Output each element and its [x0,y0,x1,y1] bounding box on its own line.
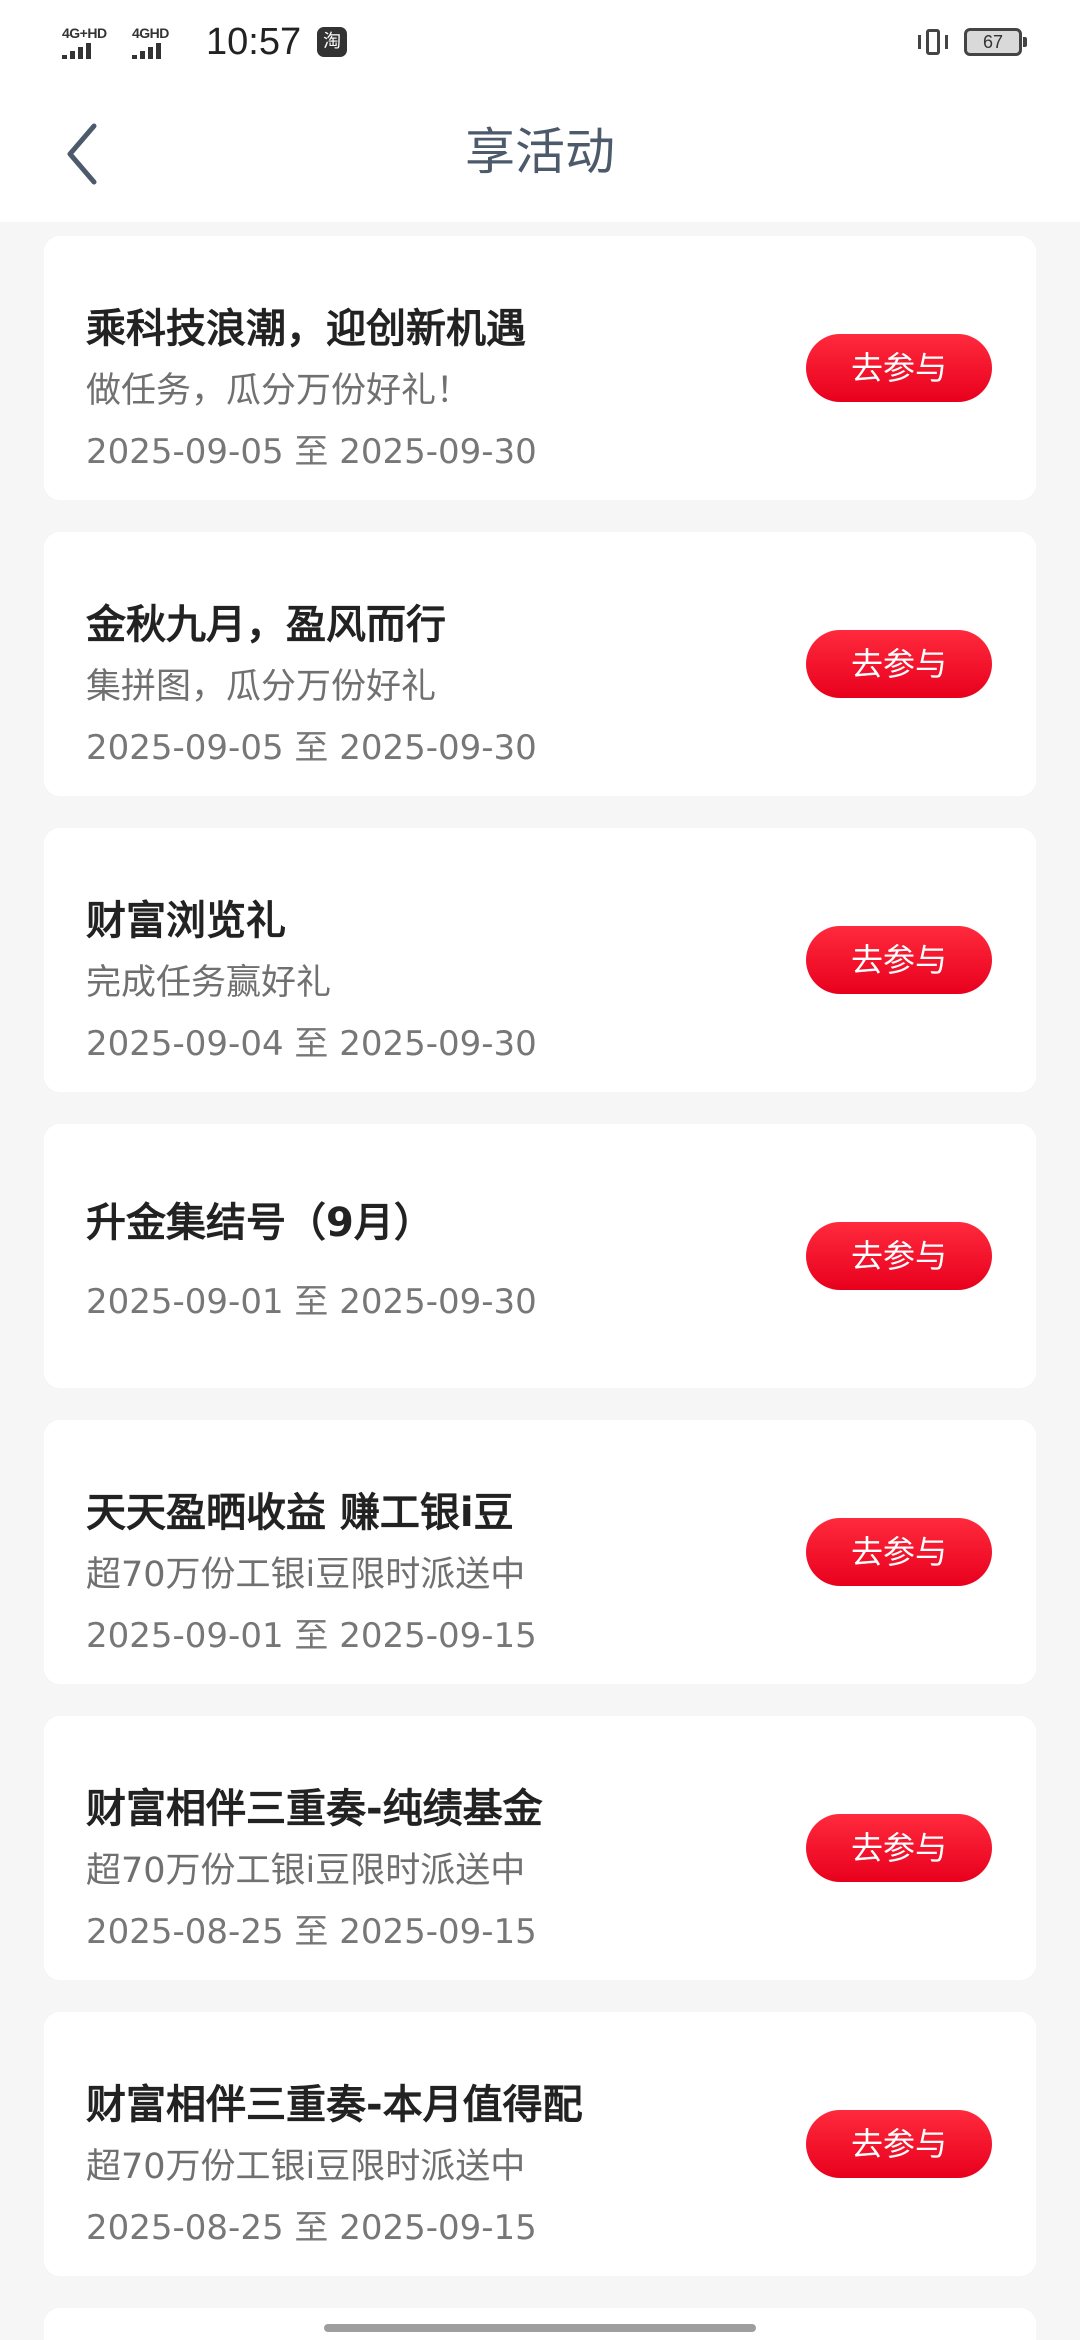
activity-subtitle: 超70万份工银i豆限时派送中 [86,1851,526,1891]
activity-title: 财富相伴三重奏-纯绩基金 [86,1786,543,1832]
status-bar-right: 67 [916,24,1027,60]
activity-subtitle: 做任务，瓜分万份好礼！ [86,371,472,411]
nav-bar: 享活动 [0,84,1080,222]
activity-title: 升金集结号（9月） [86,1200,434,1246]
activity-card: 乘科技浪潮，迎创新机遇 做任务，瓜分万份好礼！ 2025-09-05 至 202… [44,236,1036,500]
activity-subtitle: 超70万份工银i豆限时派送中 [86,1555,526,1595]
activity-card: 财富浏览礼 完成任务赢好礼 2025-09-04 至 2025-09-30 去参… [44,828,1036,1092]
activity-title: 乘科技浪潮，迎创新机遇 [86,306,526,352]
screen: 4G+HD 4GHD 10:57 淘 67 享活动 乘科技浪潮，迎创新机遇 做任… [0,0,1080,2340]
activity-subtitle: 完成任务赢好礼 [86,963,332,1003]
join-button[interactable]: 去参与 [806,1518,992,1586]
home-indicator[interactable] [324,2324,756,2332]
activity-date: 2025-08-25 至 2025-09-15 [86,2208,537,2248]
signal-2-icon: 4GHD [132,25,190,59]
activity-title: 金秋九月，盈风而行 [86,602,446,648]
join-button[interactable]: 去参与 [806,334,992,402]
join-button[interactable]: 去参与 [806,1222,992,1290]
activity-card: 金秋九月，盈风而行 集拼图，瓜分万份好礼 2025-09-05 至 2025-0… [44,532,1036,796]
join-button[interactable]: 去参与 [806,630,992,698]
taobao-notification-icon: 淘 [317,27,348,57]
activity-date: 2025-09-04 至 2025-09-30 [86,1024,537,1064]
activity-subtitle: 超70万份工银i豆限时派送中 [86,2147,526,2187]
join-button[interactable]: 去参与 [806,2110,992,2178]
activity-title: 天天盈晒收益 赚工银i豆 [86,1490,514,1536]
join-button[interactable]: 去参与 [806,926,992,994]
activity-date: 2025-09-01 至 2025-09-30 [86,1282,537,1322]
activity-date: 2025-08-25 至 2025-09-15 [86,1912,537,1952]
activity-date: 2025-09-01 至 2025-09-15 [86,1616,537,1656]
activity-card: 升金集结号（9月） 2025-09-01 至 2025-09-30 去参与 [44,1124,1036,1388]
page-title: 享活动 [465,123,615,181]
activity-card: 财富相伴三重奏-纯绩基金 超70万份工银i豆限时派送中 2025-08-25 至… [44,1716,1036,1980]
activity-card: 天天盈晒收益 赚工银i豆 超70万份工银i豆限时派送中 2025-09-01 至… [44,1420,1036,1684]
activity-card: 财富相伴三重奏-本月值得配 超70万份工银i豆限时派送中 2025-08-25 … [44,2012,1036,2276]
network-1-label: 4G+HD [62,25,107,41]
status-bar-left: 4G+HD 4GHD 10:57 淘 [62,18,348,66]
network-2-label: 4GHD [132,25,169,41]
join-button[interactable]: 去参与 [806,1814,992,1882]
activity-date: 2025-09-05 至 2025-09-30 [86,728,537,768]
status-bar: 4G+HD 4GHD 10:57 淘 67 [0,0,1080,84]
battery-icon: 67 [964,28,1027,56]
activity-date: 2025-09-05 至 2025-09-30 [86,432,537,472]
activity-title: 财富相伴三重奏-本月值得配 [86,2082,583,2128]
activity-title: 财富浏览礼 [86,898,286,944]
status-time: 10:57 [206,20,302,63]
vibrate-icon [916,27,950,57]
activity-subtitle: 集拼图，瓜分万份好礼 [86,667,437,707]
signal-1-icon: 4G+HD [62,25,120,59]
